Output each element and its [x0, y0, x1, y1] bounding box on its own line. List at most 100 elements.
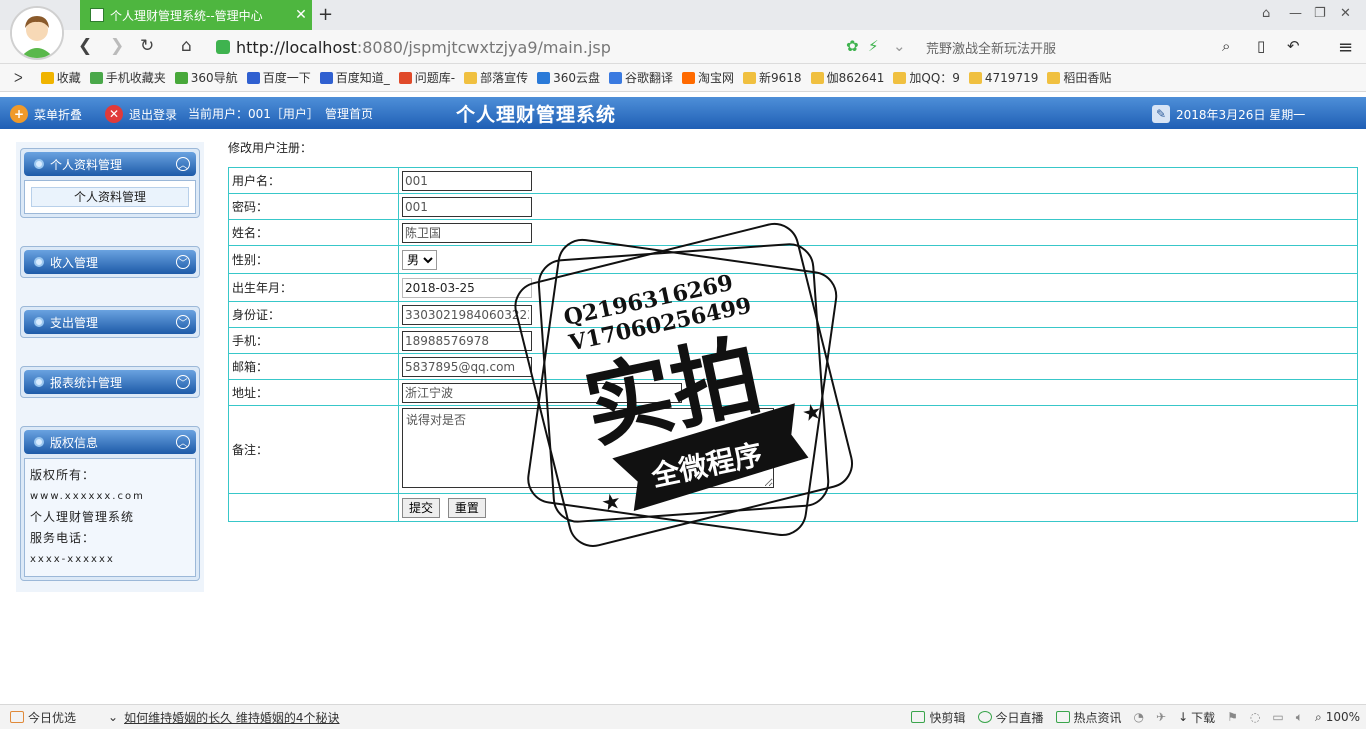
- address-input[interactable]: [402, 382, 682, 403]
- calendar-icon: ✎: [1152, 105, 1170, 123]
- search-icon[interactable]: ⌕: [1222, 37, 1230, 55]
- app-title: 个人理财管理系统: [456, 104, 617, 126]
- bookmark-label: 加QQ：9: [909, 71, 960, 85]
- bookmark-label: 伽862641: [826, 71, 885, 85]
- remark-textarea[interactable]: 说得对是否: [402, 408, 774, 488]
- bookmark-item[interactable]: 加QQ：9: [893, 69, 960, 86]
- menu-icon[interactable]: ≡: [1338, 37, 1353, 58]
- speed-icon[interactable]: ✿: [846, 37, 859, 55]
- logout-button[interactable]: ✕ 退出登录: [105, 105, 177, 123]
- home-button[interactable]: ⌂: [181, 36, 192, 56]
- panel-header-copyright[interactable]: 版权信息 ︿: [24, 430, 196, 454]
- reload-button[interactable]: ↻: [140, 36, 154, 56]
- plus-circle-icon: +: [10, 105, 28, 123]
- bookmark-item[interactable]: 360导航: [174, 69, 238, 86]
- news-icon: [1055, 711, 1070, 723]
- copyright-line: www.xxxxxx.com: [30, 491, 145, 502]
- today-pick[interactable]: 今日优选: [10, 709, 76, 726]
- undo-icon[interactable]: ↶: [1287, 37, 1300, 55]
- user-avatar[interactable]: [10, 6, 64, 60]
- bookmark-item[interactable]: 部落宣传: [464, 69, 528, 86]
- chevron-down-icon[interactable]: ﹀: [176, 375, 190, 389]
- bookmark-label: 稻田香贴: [1063, 71, 1112, 85]
- bookmark-item[interactable]: 谷歌翻译: [608, 69, 673, 86]
- bookmark-item[interactable]: 百度一下: [246, 69, 311, 86]
- speed-test-icon[interactable]: ◔: [1134, 710, 1144, 724]
- cloud-icon: [537, 71, 551, 84]
- minimize-button[interactable]: —: [1289, 6, 1302, 21]
- browser-icon[interactable]: ◌: [1250, 710, 1260, 724]
- bookmark-item[interactable]: 百度知道_: [319, 69, 390, 86]
- zoom-icon: ⌕: [1314, 709, 1322, 724]
- bookmark-item[interactable]: 收藏: [40, 69, 81, 86]
- menu-collapse-button[interactable]: + 菜单折叠: [10, 105, 82, 123]
- lightning-icon[interactable]: ⚡: [868, 37, 879, 55]
- download-link[interactable]: ↓ 下载: [1178, 709, 1215, 726]
- live-link[interactable]: 今日直播: [977, 709, 1044, 726]
- chevron-up-icon[interactable]: ︿: [176, 157, 190, 171]
- bullet-icon: [34, 159, 44, 169]
- panel-title: 报表统计管理: [50, 375, 123, 390]
- search-hint[interactable]: 荒野激战全新玩法开服: [926, 38, 1056, 57]
- chevron-down-icon[interactable]: ﹀: [176, 255, 190, 269]
- bookmark-item[interactable]: 360云盘: [537, 69, 600, 86]
- browser-tab-active[interactable]: 个人理财管理系统--管理中心 ✕: [80, 0, 312, 30]
- birth-label: 出生年月：: [228, 273, 399, 302]
- pin-icon[interactable]: ✈: [1156, 710, 1166, 724]
- headline-link[interactable]: ⌄ 如何维持婚姻的长久 维持婚姻的4个秘诀: [108, 709, 340, 726]
- phone-input[interactable]: [402, 330, 532, 351]
- idcard-input[interactable]: [402, 304, 532, 325]
- news-link[interactable]: 热点资讯: [1055, 709, 1122, 726]
- panel-header-reports[interactable]: 报表统计管理 ﹀: [24, 370, 196, 394]
- submit-button[interactable]: 提交: [402, 497, 441, 518]
- name-input[interactable]: [402, 222, 532, 243]
- chevron-up-icon[interactable]: ︿: [176, 435, 190, 449]
- flag-icon[interactable]: ⚑: [1227, 710, 1238, 724]
- browser-status-bar: 今日优选 ⌄ 如何维持婚姻的长久 维持婚姻的4个秘诀 快剪辑 今日直播 热点资讯…: [0, 704, 1366, 729]
- browser-nav-bar: ❮ ❯ ↻ ⌂ http://localhost:8080/jspmjtcwxt…: [0, 30, 1366, 64]
- close-window-button[interactable]: ✕: [1340, 6, 1351, 21]
- panel-header-income[interactable]: 收入管理 ﹀: [24, 250, 196, 274]
- password-input[interactable]: [402, 196, 532, 217]
- copyright-info: 版权所有： www.xxxxxx.com 个人理财管理系统 服务电话： xxxx…: [24, 458, 196, 577]
- reset-button[interactable]: 重置: [447, 497, 486, 518]
- window-icon[interactable]: ▭: [1272, 710, 1283, 724]
- home-link[interactable]: 管理首页: [325, 105, 373, 122]
- sound-icon[interactable]: 🔈︎: [1296, 710, 1303, 725]
- folder-icon: [893, 71, 907, 84]
- bookmark-item[interactable]: 4719719: [968, 71, 1038, 85]
- bookmark-item[interactable]: 伽862641: [810, 69, 885, 86]
- birth-date-input[interactable]: [402, 277, 532, 298]
- email-label: 邮箱：: [228, 353, 399, 380]
- sidebar-item-profile[interactable]: 个人资料管理: [31, 187, 189, 207]
- taobao-icon: [682, 71, 695, 84]
- restore-button[interactable]: ❐: [1314, 6, 1326, 21]
- baidu-icon: [246, 71, 260, 84]
- quick-cut[interactable]: 快剪辑: [911, 709, 966, 726]
- mobile-icon[interactable]: ▯: [1257, 37, 1265, 55]
- bookmark-item[interactable]: 手机收藏夹: [89, 69, 166, 86]
- bookmark-label: 手机收藏夹: [105, 71, 166, 85]
- bookmark-item[interactable]: 问题库-: [398, 69, 455, 86]
- copyright-line: xxxx-xxxxxx: [30, 554, 115, 565]
- forward-button[interactable]: ❯: [110, 36, 124, 56]
- bookmark-item[interactable]: 稻田香贴: [1047, 69, 1111, 86]
- panel-header-expense[interactable]: 支出管理 ﹀: [24, 310, 196, 334]
- panel-header-profile[interactable]: 个人资料管理 ︿: [24, 152, 196, 176]
- bookmark-item[interactable]: 新9618: [743, 69, 802, 86]
- username-input[interactable]: [402, 170, 532, 191]
- address-bar[interactable]: http://localhost:8080/jspmjtcwxtzjya9/ma…: [216, 33, 916, 61]
- zoom-control[interactable]: ⌕ 100%: [1315, 710, 1360, 725]
- skin-icon[interactable]: ⌂: [1262, 6, 1270, 21]
- security-shield-icon: [216, 40, 230, 54]
- gender-select[interactable]: 男: [402, 249, 437, 270]
- bookmarks-bar: ᐳ 收藏 手机收藏夹 360导航 百度一下 百度知道_ 问题库- 部落宣传 360云盘 谷歌翻译…: [0, 64, 1366, 92]
- bookmark-item[interactable]: 淘宝网: [682, 69, 734, 86]
- email-input[interactable]: [402, 356, 532, 377]
- chevron-down-icon[interactable]: ⌄: [893, 37, 906, 55]
- bookmarks-sidebar-toggle[interactable]: ᐳ: [14, 71, 23, 85]
- back-button[interactable]: ❮: [78, 36, 92, 56]
- new-tab-button[interactable]: +: [318, 4, 333, 25]
- tab-close-icon[interactable]: ✕: [290, 7, 312, 23]
- chevron-down-icon[interactable]: ﹀: [176, 315, 190, 329]
